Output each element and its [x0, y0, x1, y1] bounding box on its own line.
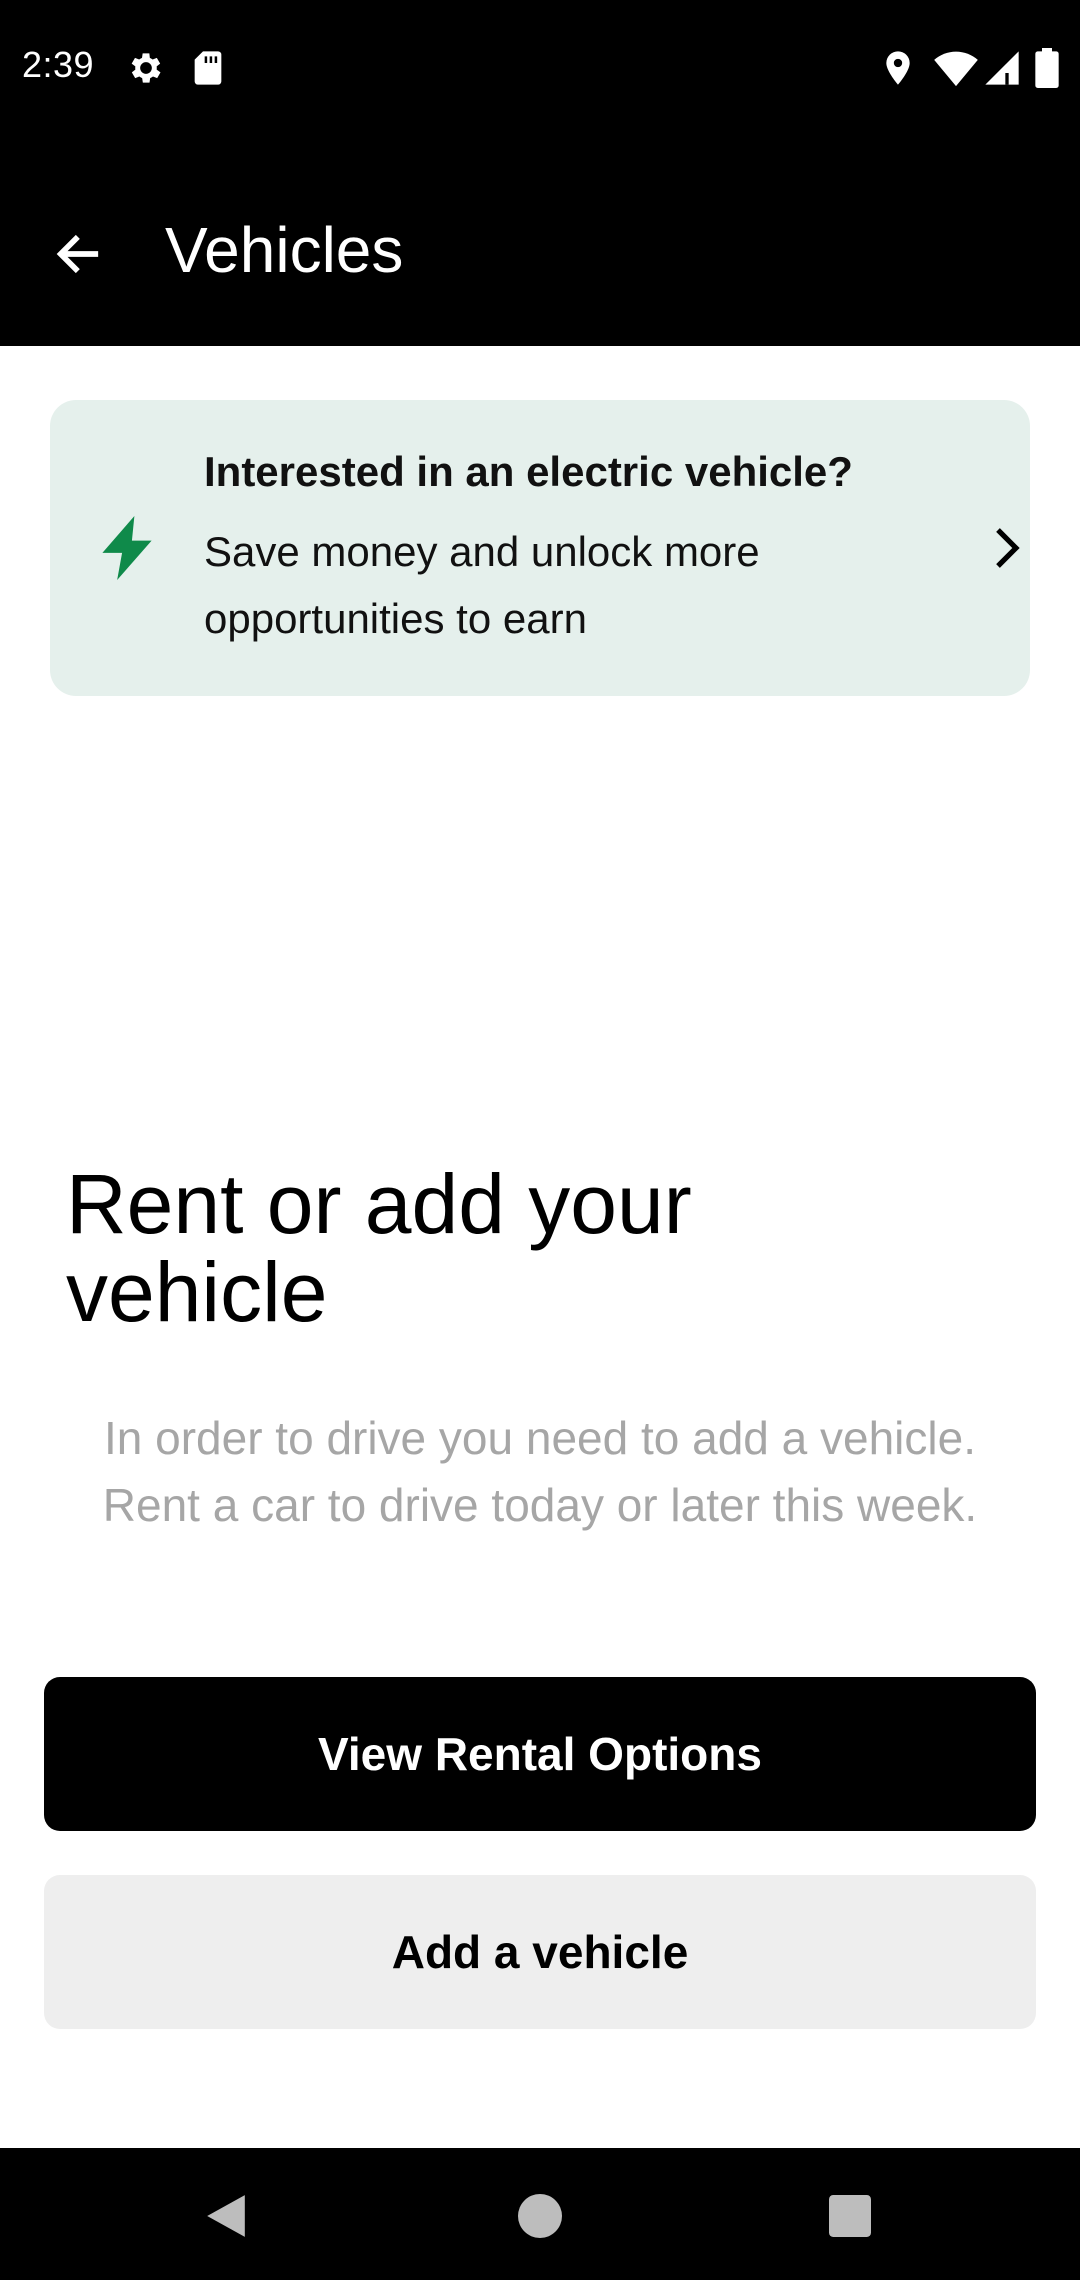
chevron-right-icon	[986, 524, 1026, 572]
system-nav-bar	[0, 2148, 1080, 2280]
ev-promo-card[interactable]: Interested in an electric vehicle? Save …	[50, 400, 1030, 696]
back-button[interactable]	[38, 216, 118, 296]
battery-icon	[1034, 48, 1060, 88]
ev-card-body: Save money and unlock more opportunities…	[204, 528, 760, 642]
vehicles-screen: 2:39 Vehicles Interested in an electric …	[0, 0, 1080, 2280]
wifi-icon	[934, 48, 978, 88]
nav-home-button[interactable]	[500, 2178, 580, 2258]
nav-recents-square-icon	[829, 2194, 871, 2242]
ev-card-title: Interested in an electric vehicle?	[204, 448, 853, 495]
status-time: 2:39	[22, 44, 95, 85]
nav-recents-button[interactable]	[810, 2178, 890, 2258]
nav-back-triangle-icon	[204, 2193, 248, 2244]
sd-card-icon	[188, 48, 228, 88]
nav-home-circle-icon	[518, 2193, 562, 2243]
signal-icon	[982, 48, 1022, 88]
arrow-left-icon	[52, 228, 104, 285]
rent-description: In order to drive you need to add a vehi…	[102, 1412, 978, 1531]
app-bar: Vehicles	[0, 140, 1080, 346]
status-bar: 2:39	[0, 0, 1080, 140]
page-title: Vehicles	[165, 214, 404, 286]
add-vehicle-button[interactable]: Add a vehicle	[44, 1875, 1036, 2029]
location-icon	[878, 48, 918, 88]
view-rental-options-button[interactable]: View Rental Options	[44, 1677, 1036, 1831]
rent-heading: Rent or add your vehicle	[66, 1157, 692, 1339]
lightning-bolt-icon	[102, 516, 152, 580]
nav-back-button[interactable]	[186, 2178, 266, 2258]
gear-icon	[126, 48, 166, 88]
